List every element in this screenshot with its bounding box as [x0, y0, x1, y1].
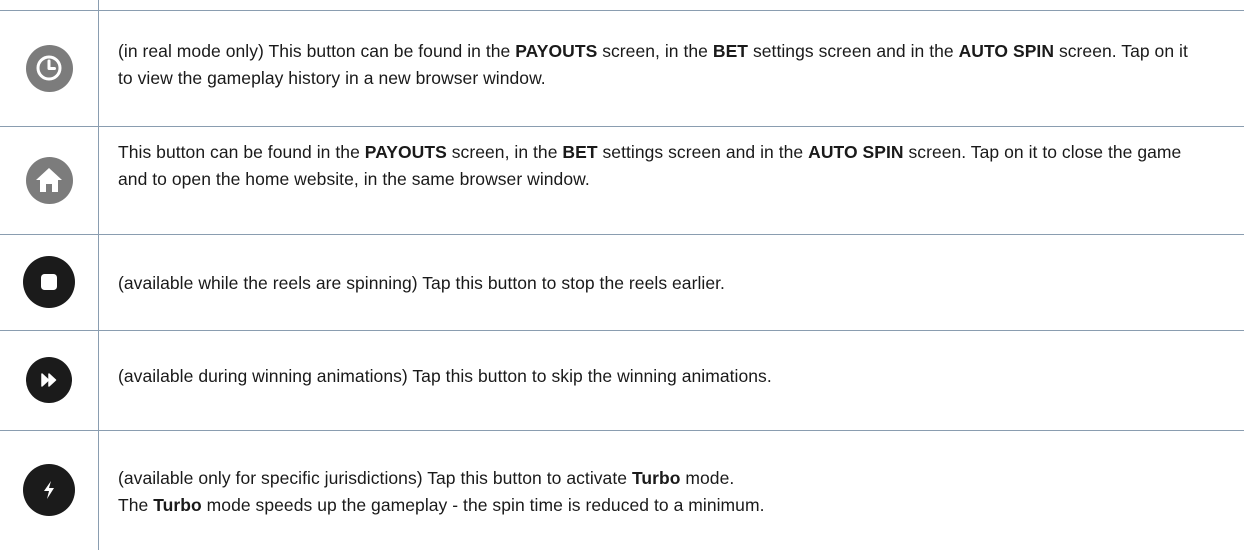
- help-row-turbo: (available only for specific jurisdictio…: [0, 430, 1244, 550]
- text-segment: mode.: [680, 468, 735, 488]
- home-icon: [36, 168, 62, 192]
- help-row-history: (in real mode only) This button can be f…: [0, 10, 1244, 126]
- text-segment: This button can be found in the: [118, 142, 365, 162]
- bold-term: PAYOUTS: [515, 41, 598, 61]
- text-segment: (in real mode only) This button can be f…: [118, 41, 516, 61]
- stop-button: [23, 256, 75, 308]
- icon-cell: [0, 430, 98, 550]
- text-segment: (available only for specific jurisdictio…: [118, 468, 632, 488]
- icon-cell: [0, 10, 98, 126]
- bold-term: PAYOUTS: [364, 142, 447, 162]
- help-row-stop: (available while the reels are spinning)…: [0, 234, 1244, 330]
- icon-cell: [0, 234, 98, 330]
- text-segment: (available while the reels are spinning)…: [118, 273, 725, 293]
- bold-term: BET: [712, 41, 749, 61]
- button-help-table: (in real mode only) This button can be f…: [0, 0, 1244, 550]
- help-row-skip: (available during winning animations) Ta…: [0, 330, 1244, 430]
- bold-term: BET: [562, 142, 598, 162]
- text-segment: mode speeds up the gameplay - the spin t…: [201, 495, 765, 515]
- help-text: (available only for specific jurisdictio…: [118, 465, 1204, 519]
- text-segment: settings screen and in the: [748, 41, 959, 61]
- text-segment: The: [118, 495, 154, 515]
- help-text: (available during winning animations) Ta…: [118, 363, 1204, 390]
- bold-term: Turbo: [153, 495, 202, 515]
- help-row-home: This button can be found in the PAYOUTS …: [0, 126, 1244, 234]
- help-text: (in real mode only) This button can be f…: [118, 38, 1204, 92]
- icon-cell: [0, 330, 98, 430]
- history-button: [25, 44, 73, 92]
- text-segment: screen, in the: [597, 41, 713, 61]
- stop-icon: [41, 274, 57, 290]
- turbo-lightning-icon: [44, 481, 54, 499]
- skip-button: [26, 357, 72, 403]
- text-segment: screen, in the: [446, 142, 563, 162]
- skip-animation-icon: [41, 373, 57, 387]
- help-text: (available while the reels are spinning)…: [118, 270, 1204, 297]
- bold-term: Turbo: [631, 468, 681, 488]
- history-clock-icon: [36, 55, 62, 81]
- bold-term: AUTO SPIN: [808, 142, 904, 162]
- turbo-button: [23, 464, 75, 516]
- text-segment: settings screen and in the: [597, 142, 809, 162]
- home-button: [25, 156, 73, 204]
- bold-term: AUTO SPIN: [958, 41, 1055, 61]
- help-text: This button can be found in the PAYOUTS …: [118, 139, 1204, 193]
- icon-cell: [0, 126, 98, 234]
- text-segment: (available during winning animations) Ta…: [118, 366, 772, 386]
